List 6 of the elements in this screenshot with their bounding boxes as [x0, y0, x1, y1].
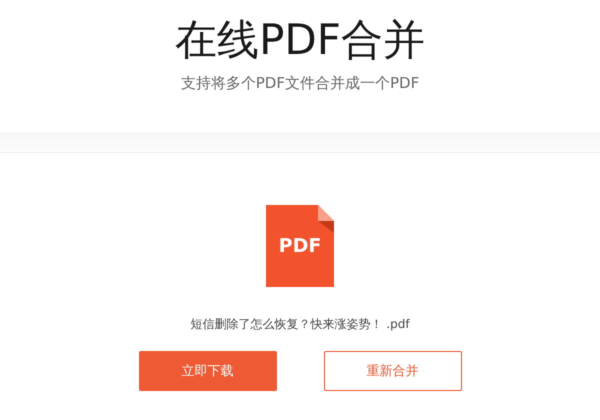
file-name: 短信删除了怎么恢复？快来涨姿势！ .pdf	[190, 316, 410, 333]
page-title: 在线PDF合并	[175, 14, 425, 66]
download-button[interactable]: 立即下载	[138, 351, 276, 391]
page-subtitle: 支持将多个PDF文件合并成一个PDF	[180, 74, 420, 93]
pdf-file-icon: PDF	[266, 205, 334, 287]
remerge-button[interactable]: 重新合并	[324, 351, 462, 391]
